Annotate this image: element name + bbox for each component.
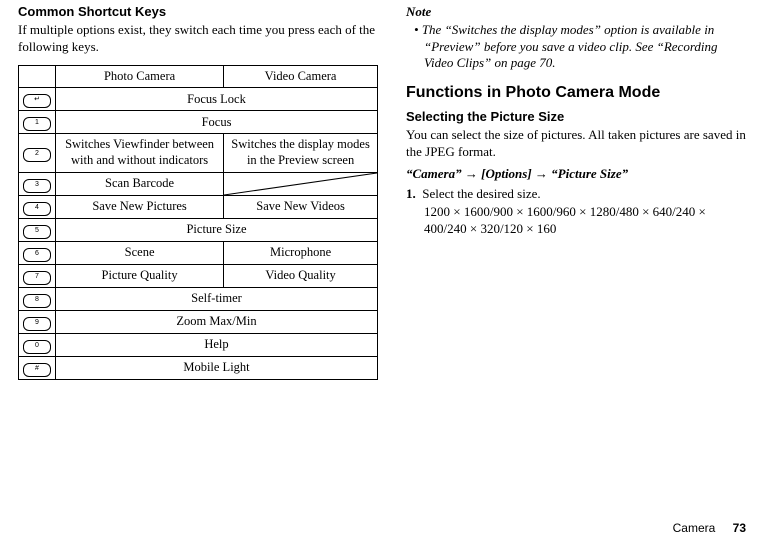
cell: Focus — [56, 111, 378, 134]
key-0-icon: 0 — [23, 340, 51, 354]
cell: Save New Pictures — [56, 195, 224, 218]
table-row: 6 Scene Microphone — [19, 241, 378, 264]
table-row: 8 Self-timer — [19, 287, 378, 310]
selecting-heading: Selecting the Picture Size — [406, 109, 746, 125]
key-8-icon: 8 — [23, 294, 51, 308]
functions-heading: Functions in Photo Camera Mode — [406, 83, 746, 103]
table-header-row: Photo Camera Video Camera — [19, 65, 378, 88]
table-row: ↵ Focus Lock — [19, 88, 378, 111]
key-6-icon: 6 — [23, 248, 51, 262]
left-column: Common Shortcut Keys If multiple options… — [18, 4, 378, 380]
cell: Zoom Max/Min — [56, 310, 378, 333]
table-row: 9 Zoom Max/Min — [19, 310, 378, 333]
table-row: 5 Picture Size — [19, 218, 378, 241]
note-body: The “Switches the display modes” option … — [406, 22, 746, 71]
shortcut-heading: Common Shortcut Keys — [18, 4, 378, 20]
key-enter-icon: ↵ — [23, 94, 51, 108]
step-1-sizes: 1200 × 1600/900 × 1600/960 × 1280/480 × … — [424, 204, 746, 237]
cell: Mobile Light — [56, 356, 378, 379]
table-row: 7 Picture Quality Video Quality — [19, 264, 378, 287]
cell: Help — [56, 333, 378, 356]
cell: Switches the display modes in the Previe… — [224, 134, 378, 172]
selecting-body: You can select the size of pictures. All… — [406, 127, 746, 160]
col-photo: Photo Camera — [56, 65, 224, 88]
key-2-icon: 2 — [23, 148, 51, 162]
footer-page-number: 73 — [733, 521, 746, 535]
cell: Microphone — [224, 241, 378, 264]
key-4-icon: 4 — [23, 202, 51, 216]
key-9-icon: 9 — [23, 317, 51, 331]
cell: Picture Size — [56, 218, 378, 241]
key-1-icon: 1 — [23, 117, 51, 131]
col-video: Video Camera — [224, 65, 378, 88]
cell: Focus Lock — [56, 88, 378, 111]
right-column: Note The “Switches the display modes” op… — [406, 4, 746, 380]
cell: Switches Viewfinder between with and wit… — [56, 134, 224, 172]
table-row: 1 Focus — [19, 111, 378, 134]
note-heading: Note — [406, 4, 746, 20]
cell: Scan Barcode — [56, 172, 224, 195]
cell: Video Quality — [224, 264, 378, 287]
cell: Scene — [56, 241, 224, 264]
table-row: 2 Switches Viewfinder between with and w… — [19, 134, 378, 172]
cell: Save New Videos — [224, 195, 378, 218]
key-hash-icon: # — [23, 363, 51, 377]
table-row: 0 Help — [19, 333, 378, 356]
shortcut-intro: If multiple options exist, they switch e… — [18, 22, 378, 55]
cell: Picture Quality — [56, 264, 224, 287]
table-row: # Mobile Light — [19, 356, 378, 379]
key-5-icon: 5 — [23, 225, 51, 239]
key-3-icon: 3 — [23, 179, 51, 193]
shortcut-table: Photo Camera Video Camera ↵ Focus Lock 1… — [18, 65, 378, 380]
table-row: 4 Save New Pictures Save New Videos — [19, 195, 378, 218]
cell: Self-timer — [56, 287, 378, 310]
footer-section: Camera — [673, 521, 716, 535]
menu-path: “Camera” → [Options] → “Picture Size” — [406, 166, 746, 182]
step-1: 1. Select the desired size. — [406, 186, 746, 202]
table-row: 3 Scan Barcode — [19, 172, 378, 195]
page-footer: Camera 73 — [673, 521, 746, 536]
cell-diagonal — [224, 172, 378, 195]
key-7-icon: 7 — [23, 271, 51, 285]
